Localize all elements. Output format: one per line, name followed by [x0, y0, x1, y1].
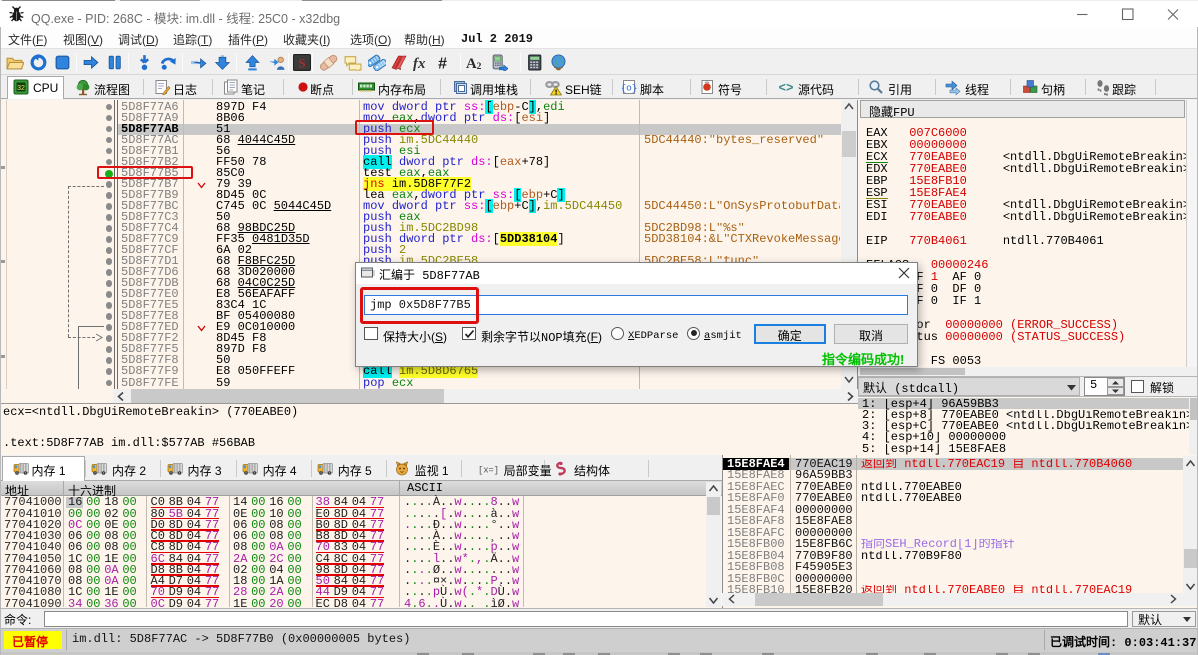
svg-text:2: 2 — [477, 62, 482, 71]
svg-text:#: # — [438, 55, 447, 71]
svg-text:[x=]: [x=] — [478, 466, 499, 476]
svg-text:32: 32 — [17, 85, 25, 92]
svg-text:{o}: {o} — [622, 83, 638, 94]
svg-text:A: A — [466, 56, 477, 71]
svg-text:S: S — [298, 56, 305, 70]
svg-text:fx: fx — [413, 56, 426, 71]
svg-text:<>: <> — [778, 82, 793, 96]
